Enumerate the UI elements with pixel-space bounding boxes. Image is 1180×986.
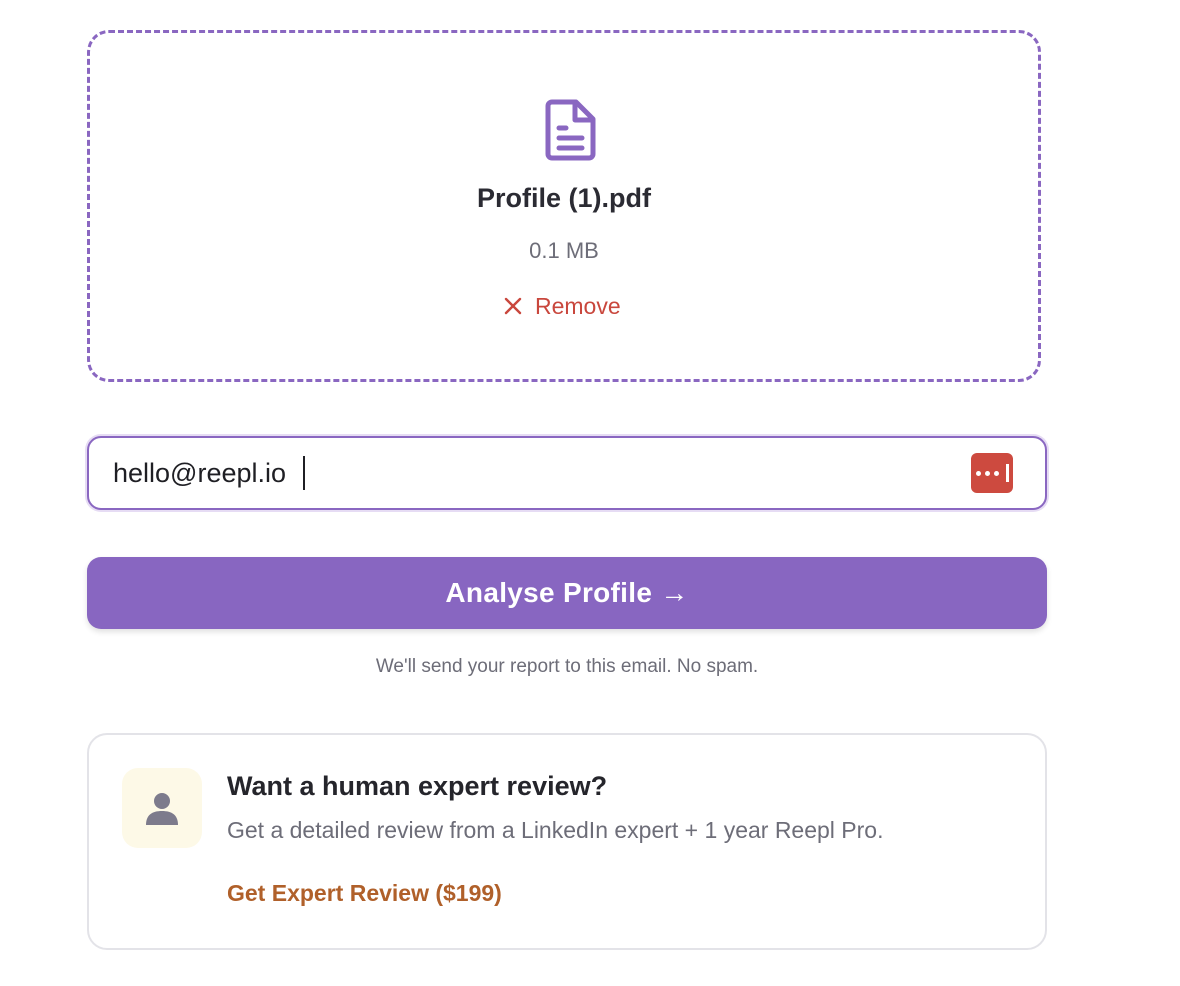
person-icon <box>146 793 178 825</box>
remove-label: Remove <box>535 292 621 319</box>
email-field[interactable] <box>87 436 1047 510</box>
password-manager-icon[interactable] <box>971 453 1013 493</box>
text-caret <box>303 456 305 490</box>
card-description: Get a detailed review from a LinkedIn ex… <box>227 817 884 843</box>
upload-dropzone[interactable]: Profile (1).pdf 0.1 MB Remove <box>87 30 1041 382</box>
remove-file-button[interactable]: Remove <box>503 288 621 324</box>
avatar <box>122 768 202 848</box>
file-size: 0.1 MB <box>529 238 599 263</box>
close-icon <box>504 297 522 315</box>
helper-text: We'll send your report to this email. No… <box>375 656 759 677</box>
email-input[interactable] <box>113 452 953 494</box>
card-title: Want a human expert review? <box>227 771 608 801</box>
expert-review-card: Want a human expert review? Get a detail… <box>87 733 1047 950</box>
file-name: Profile (1).pdf <box>477 183 651 213</box>
analyse-profile-button[interactable]: Analyse Profile → <box>87 557 1047 629</box>
get-expert-review-link[interactable]: Get Expert Review ($199) <box>227 880 502 907</box>
document-icon <box>545 99 596 161</box>
